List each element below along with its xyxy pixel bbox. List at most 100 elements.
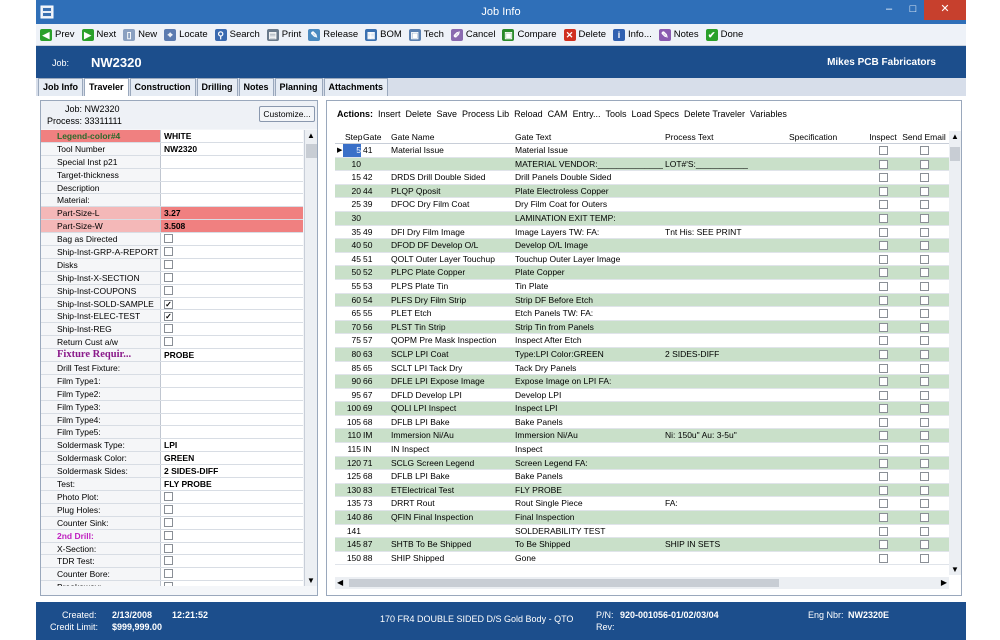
send-email-checkbox[interactable]	[919, 186, 929, 196]
property-value[interactable]	[161, 401, 303, 413]
property-row[interactable]: Test: FLY PROBE	[41, 478, 303, 491]
table-row[interactable]: 30 LAMINATION EXIT TEMP:	[335, 211, 949, 226]
send-email-checkbox[interactable]	[919, 553, 929, 563]
property-row[interactable]: Film Type2:	[41, 387, 303, 401]
delete-button[interactable]: ✕ Delete	[563, 28, 606, 41]
send-email-checkbox[interactable]	[919, 540, 929, 550]
send-email-checkbox[interactable]	[919, 458, 929, 468]
table-row[interactable]: 130 83 ETElectrical Test FLY PROBE	[335, 483, 949, 498]
property-row[interactable]: Photo Plot:	[41, 490, 303, 504]
send-email-checkbox[interactable]	[919, 472, 929, 482]
table-row[interactable]: 55 53 PLPS Plate Tin Tin Plate	[335, 280, 949, 294]
print-button[interactable]: ▤ Print	[266, 28, 301, 41]
table-vertical-scrollbar[interactable]: ▲ ▼	[949, 131, 961, 575]
property-row[interactable]: Ship-Inst-X-SECTION	[41, 271, 303, 285]
property-value[interactable]	[161, 504, 303, 516]
table-row[interactable]: 95 67 DFLD Develop LPI Develop LPI	[335, 389, 949, 403]
property-row[interactable]: Breakaway:	[41, 581, 303, 586]
action-tools[interactable]: Tools	[605, 109, 626, 119]
property-row[interactable]: Special Inst p21	[41, 155, 303, 169]
property-value[interactable]	[161, 414, 303, 426]
property-row[interactable]: TDR Test:	[41, 555, 303, 569]
action-process-lib[interactable]: Process Lib	[462, 109, 509, 119]
table-row[interactable]: 110 IM Immersion Ni/Au Immersion Ni/Au Ni: 1…	[335, 429, 949, 444]
property-value[interactable]	[161, 323, 303, 335]
tab-construction[interactable]: Construction	[129, 78, 196, 96]
bom-button[interactable]: ▦ BOM	[365, 28, 402, 41]
send-email-checkbox[interactable]	[919, 241, 929, 251]
property-value[interactable]	[161, 272, 303, 284]
property-value[interactable]	[161, 375, 303, 387]
column-header-specification[interactable]: Specification	[787, 131, 865, 143]
table-row[interactable]: 115 IN IN Inspect Inspect	[335, 443, 949, 457]
table-row[interactable]: 70 56 PLST Tin Strip Strip Tin from Panels	[335, 320, 949, 335]
table-row[interactable]: 25 39 DFOC Dry Film Coat Dry Film Coat for …	[335, 198, 949, 212]
inspect-checkbox[interactable]	[878, 377, 888, 387]
table-row[interactable]: 141 SOLDERABILITY TEST	[335, 525, 949, 539]
send-email-checkbox[interactable]	[919, 336, 929, 346]
checkbox[interactable]	[164, 234, 173, 244]
property-value[interactable]	[161, 182, 303, 194]
tab-job-info[interactable]: Job Info	[38, 78, 83, 96]
property-row[interactable]: Bag as Directed	[41, 233, 303, 247]
inspect-checkbox[interactable]	[878, 213, 888, 223]
inspect-checkbox[interactable]	[878, 349, 888, 359]
send-email-checkbox[interactable]	[919, 309, 929, 319]
send-email-checkbox[interactable]	[919, 173, 929, 183]
send-email-checkbox[interactable]	[919, 431, 929, 441]
tab-drilling[interactable]: Drilling	[196, 78, 238, 96]
info-button[interactable]: i Info...	[613, 28, 652, 41]
property-row[interactable]: 2nd Drill:	[41, 529, 303, 543]
inspect-checkbox[interactable]	[878, 146, 888, 155]
checkbox[interactable]	[164, 530, 173, 540]
close-button[interactable]: ✕	[924, 0, 966, 20]
table-row[interactable]: 65 55 PLET Etch Etch Panels TW: FA:	[335, 307, 949, 321]
inspect-checkbox[interactable]	[878, 513, 888, 523]
property-row[interactable]: Soldermask Sides: 2 SIDES-DIFF	[41, 465, 303, 479]
property-value[interactable]	[161, 194, 303, 206]
tab-traveler[interactable]: Traveler	[84, 78, 129, 97]
inspect-checkbox[interactable]	[878, 526, 888, 536]
inspect-checkbox[interactable]	[878, 281, 888, 291]
scroll-up-icon[interactable]: ▲	[307, 131, 315, 140]
inspect-checkbox[interactable]	[878, 322, 888, 332]
inspect-checkbox[interactable]	[878, 485, 888, 495]
send-email-checkbox[interactable]	[919, 268, 929, 278]
tech-button[interactable]: ▣ Tech	[408, 28, 444, 41]
checkbox[interactable]	[164, 569, 173, 579]
property-value[interactable]	[161, 156, 303, 168]
property-row[interactable]: Drill Test Fixture:	[41, 362, 303, 375]
property-row[interactable]: Film Type1:	[41, 374, 303, 388]
property-row[interactable]: Part-Size-L 3.27	[41, 207, 303, 221]
send-email-checkbox[interactable]	[919, 295, 929, 305]
send-email-checkbox[interactable]	[919, 213, 929, 223]
checkbox[interactable]	[164, 285, 173, 295]
table-row[interactable]: 10 MATERIAL VENDOR:_______________ LOT#'S:…	[335, 157, 949, 172]
table-horizontal-scrollbar[interactable]: ◀ ▶	[335, 577, 949, 589]
inspect-checkbox[interactable]	[878, 540, 888, 550]
property-value[interactable]: FLY PROBE	[161, 478, 303, 490]
scroll-thumb[interactable]	[349, 579, 779, 587]
search-button[interactable]: ⚲ Search	[214, 28, 260, 41]
property-row[interactable]: Return Cust a/w	[41, 336, 303, 350]
property-row[interactable]: Soldermask Type: LPI	[41, 439, 303, 453]
property-value[interactable]: NW2320	[161, 143, 303, 155]
table-row[interactable]: 40 50 DFOD DF Develop O/L Develop O/L Image	[335, 239, 949, 253]
inspect-checkbox[interactable]	[878, 173, 888, 183]
checkbox[interactable]: ✓	[164, 299, 173, 309]
property-row[interactable]: Ship-Inst-REG	[41, 323, 303, 337]
property-grid-scrollbar[interactable]: ▲ ▼	[304, 130, 317, 586]
property-value[interactable]	[161, 233, 303, 245]
table-row[interactable]: 20 44 PLQP Qposit Plate Electroless Copper	[335, 184, 949, 199]
tab-planning[interactable]: Planning	[274, 78, 323, 96]
column-header-indicator[interactable]	[335, 131, 343, 143]
column-header-inspect[interactable]: Inspect	[865, 131, 899, 143]
property-value[interactable]	[161, 568, 303, 580]
property-value[interactable]: LPI	[161, 439, 303, 451]
send-email-checkbox[interactable]	[919, 227, 929, 237]
property-value[interactable]: PROBE	[161, 349, 303, 361]
table-row[interactable]: 90 66 DFLE LPI Expose Image Expose Image on…	[335, 375, 949, 389]
checkbox[interactable]	[164, 337, 173, 347]
table-row[interactable]: 150 88 SHIP Shipped Gone	[335, 552, 949, 566]
action-cam[interactable]: CAM	[548, 109, 568, 119]
